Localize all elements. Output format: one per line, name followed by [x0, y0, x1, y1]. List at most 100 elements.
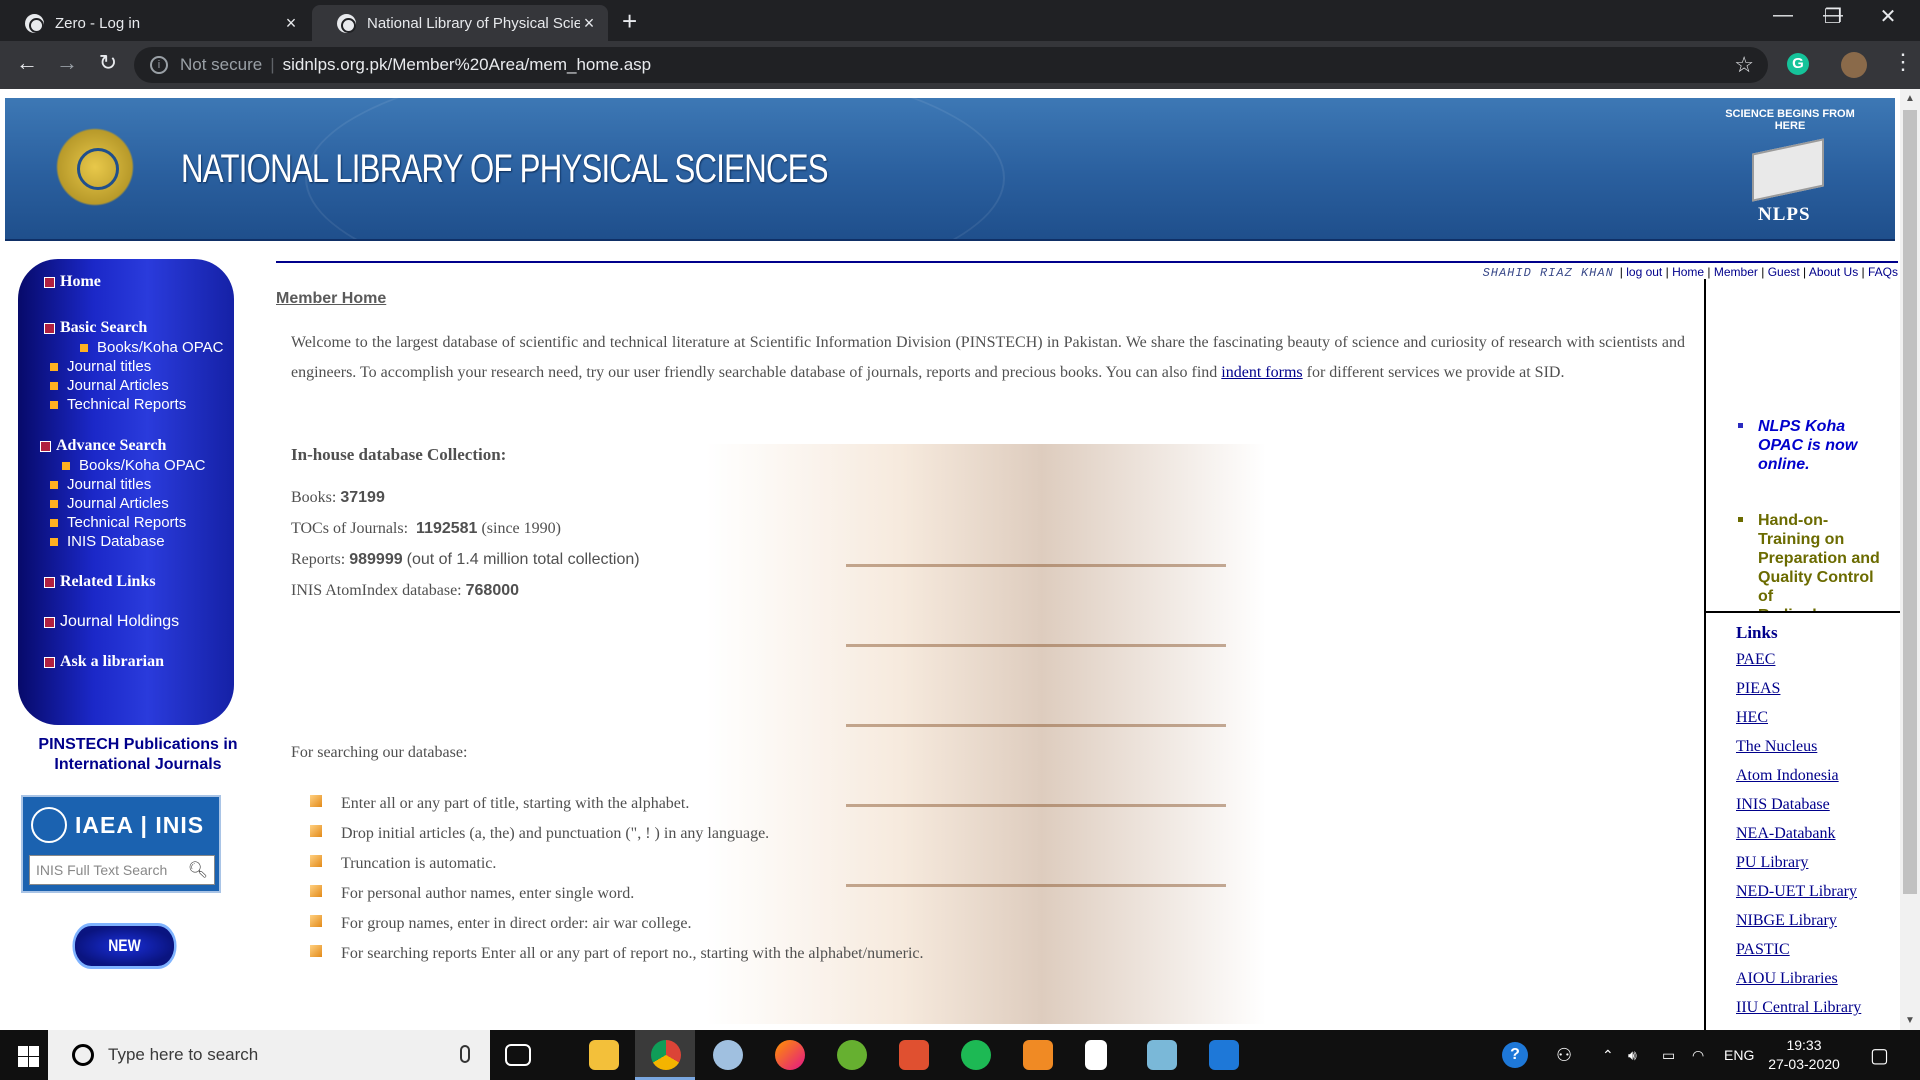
sidebar-menu: Home Basic Search Books/Koha OPAC Journa…: [18, 259, 234, 725]
bookmark-star-icon[interactable]: ☆: [1734, 52, 1754, 78]
search-icon[interactable]: 🔍︎: [188, 860, 208, 880]
tab-title: Zero - Log in: [55, 14, 141, 32]
link-aiou-libraries[interactable]: AIOU Libraries: [1736, 970, 1861, 999]
home-link[interactable]: Home: [1672, 265, 1704, 279]
sidebar-item-basic-books[interactable]: Books/Koha OPAC: [80, 339, 223, 356]
address-bar[interactable]: i Not secure | sidnlps.org.pk/Member%20A…: [134, 47, 1768, 83]
sidebar-item-basic-technical-reports[interactable]: Technical Reports: [50, 396, 186, 413]
edge-icon[interactable]: [1209, 1040, 1239, 1070]
link-nea-databank[interactable]: NEA-Databank: [1736, 825, 1861, 854]
tab-title: National Library of Physical Scien: [367, 14, 580, 32]
sublime-text-icon[interactable]: [1023, 1040, 1053, 1070]
minimize-icon[interactable]: —: [1763, 4, 1803, 27]
url-text[interactable]: sidnlps.org.pk/Member%20Area/mem_home.as…: [283, 55, 652, 75]
help-icon[interactable]: ?: [1502, 1042, 1528, 1068]
sidebar-item-journal-holdings[interactable]: Journal Holdings: [44, 613, 179, 631]
microphone-icon[interactable]: [460, 1045, 470, 1063]
scroll-up-arrow-icon[interactable]: ▲: [1900, 93, 1920, 104]
sidebar-item-adv-inis-database[interactable]: INIS Database: [50, 533, 165, 550]
close-tab-icon[interactable]: ×: [580, 13, 598, 34]
link-the-nucleus[interactable]: The Nucleus: [1736, 738, 1861, 767]
link-pieas[interactable]: PIEAS: [1736, 680, 1861, 709]
notification-center-icon[interactable]: ▢: [1870, 1030, 1889, 1080]
sidebar-item-ask-librarian[interactable]: Ask a librarian: [44, 653, 164, 671]
reload-icon[interactable]: ↻: [93, 50, 123, 76]
utorrent-icon[interactable]: [837, 1040, 867, 1070]
sidebar-item-adv-journal-titles[interactable]: Journal titles: [50, 476, 151, 493]
publications-link[interactable]: PINSTECH Publications in International J…: [30, 735, 246, 775]
inis-search-input[interactable]: INIS Full Text Search 🔍︎: [29, 855, 215, 885]
browser-tab-nlps[interactable]: National Library of Physical Scien ×: [312, 5, 608, 41]
scroll-down-arrow-icon[interactable]: ▼: [1900, 1015, 1920, 1026]
back-arrow-icon[interactable]: ←: [12, 50, 42, 76]
windows-start-icon[interactable]: [18, 1046, 39, 1067]
about-us-link[interactable]: About Us: [1809, 265, 1858, 279]
pakistan-emblem-icon: [49, 118, 141, 216]
list-item: For personal author names, enter single …: [310, 879, 923, 909]
new-tab-button[interactable]: +: [622, 6, 637, 36]
people-icon[interactable]: ⚇: [1556, 1030, 1572, 1080]
link-iiu-central-library[interactable]: IIU Central Library: [1736, 999, 1861, 1028]
close-window-icon[interactable]: ✕: [1868, 4, 1908, 29]
logout-link[interactable]: log out: [1626, 265, 1662, 279]
link-paec[interactable]: PAEC: [1736, 651, 1861, 680]
indent-forms-link[interactable]: indent forms: [1221, 364, 1302, 381]
paint-icon[interactable]: [713, 1040, 743, 1070]
show-hidden-icons[interactable]: ⌃: [1602, 1030, 1614, 1080]
profile-avatar[interactable]: [1841, 52, 1867, 78]
link-ned-uet-library[interactable]: NED-UET Library: [1736, 883, 1861, 912]
sidebar-item-label: Advance Search: [56, 437, 167, 454]
taskbar-search-box[interactable]: Type here to search: [48, 1030, 490, 1080]
sidebar-item-advance-search[interactable]: Advance Search: [40, 437, 166, 455]
battery-icon[interactable]: ▭: [1662, 1030, 1675, 1080]
sidebar-item-home[interactable]: Home: [44, 273, 101, 291]
link-inis-database[interactable]: INIS Database: [1736, 796, 1861, 825]
info-icon[interactable]: i: [150, 56, 168, 74]
notepad-icon[interactable]: [1085, 1040, 1107, 1070]
scrollbar-thumb[interactable]: [1903, 110, 1917, 894]
bullet-icon: [50, 381, 58, 390]
sidebar-item-label: Journal titles: [67, 476, 152, 493]
forward-arrow-icon[interactable]: →: [52, 50, 82, 76]
link-atom-indonesia[interactable]: Atom Indonesia: [1736, 767, 1861, 796]
new-arrivals-button[interactable]: NEW ARRIVALS: [72, 923, 177, 995]
guest-link[interactable]: Guest: [1768, 265, 1800, 279]
wifi-icon[interactable]: ◠: [1692, 1030, 1704, 1080]
app-icon[interactable]: [1147, 1040, 1177, 1070]
task-view-icon[interactable]: [505, 1044, 531, 1066]
link-pastic[interactable]: PASTIC: [1736, 941, 1861, 970]
sidebar-item-basic-search[interactable]: Basic Search: [44, 319, 147, 337]
sidebar-item-label: Journal Holdings: [60, 613, 180, 630]
link-hec[interactable]: HEC: [1736, 709, 1861, 738]
taskbar-clock[interactable]: 19:33 27-03-2020: [1762, 1036, 1846, 1074]
browser-toolbar: ← → ↻ i Not secure | sidnlps.org.pk/Memb…: [0, 41, 1920, 89]
office-icon[interactable]: [899, 1040, 929, 1070]
sidebar-item-basic-journal-articles[interactable]: Journal Articles: [50, 377, 169, 394]
grammarly-extension-icon[interactable]: G: [1787, 53, 1809, 75]
news-item-training[interactable]: Hand-on-Training on Preparation and Qual…: [1738, 511, 1888, 611]
maximize-icon[interactable]: ❐: [1813, 4, 1853, 29]
spotify-icon[interactable]: [961, 1040, 991, 1070]
stat-value: 768000: [465, 582, 520, 599]
sidebar-item-related-links[interactable]: Related Links: [44, 573, 156, 591]
sidebar-item-adv-journal-articles[interactable]: Journal Articles: [50, 495, 169, 512]
news-item-koha[interactable]: NLPS Koha OPAC is now online.: [1738, 417, 1888, 474]
browser-tab-zero[interactable]: Zero - Log in ×: [0, 5, 310, 41]
link-pu-library[interactable]: PU Library: [1736, 854, 1861, 883]
list-item: Truncation is automatic.: [310, 849, 923, 879]
member-link[interactable]: Member: [1714, 265, 1758, 279]
browser-menu-icon[interactable]: ⋮: [1892, 49, 1914, 75]
sidebar-item-basic-journal-titles[interactable]: Journal titles: [50, 358, 151, 375]
username: SHAHID RIAZ KHAN: [1482, 266, 1614, 280]
volume-icon[interactable]: 🔊︎: [1628, 1030, 1637, 1080]
language-indicator[interactable]: ENG: [1724, 1030, 1754, 1080]
sidebar-item-adv-technical-reports[interactable]: Technical Reports: [50, 514, 186, 531]
link-nibge-library[interactable]: NIBGE Library: [1736, 912, 1861, 941]
file-explorer-icon[interactable]: [589, 1040, 619, 1070]
chrome-icon[interactable]: [651, 1040, 681, 1070]
page-scrollbar[interactable]: ▲ ▼: [1900, 89, 1920, 1030]
faqs-link[interactable]: FAQs: [1868, 265, 1898, 279]
firefox-icon[interactable]: [775, 1040, 805, 1070]
sidebar-item-adv-books[interactable]: Books/Koha OPAC: [62, 457, 205, 474]
close-tab-icon[interactable]: ×: [282, 13, 300, 34]
